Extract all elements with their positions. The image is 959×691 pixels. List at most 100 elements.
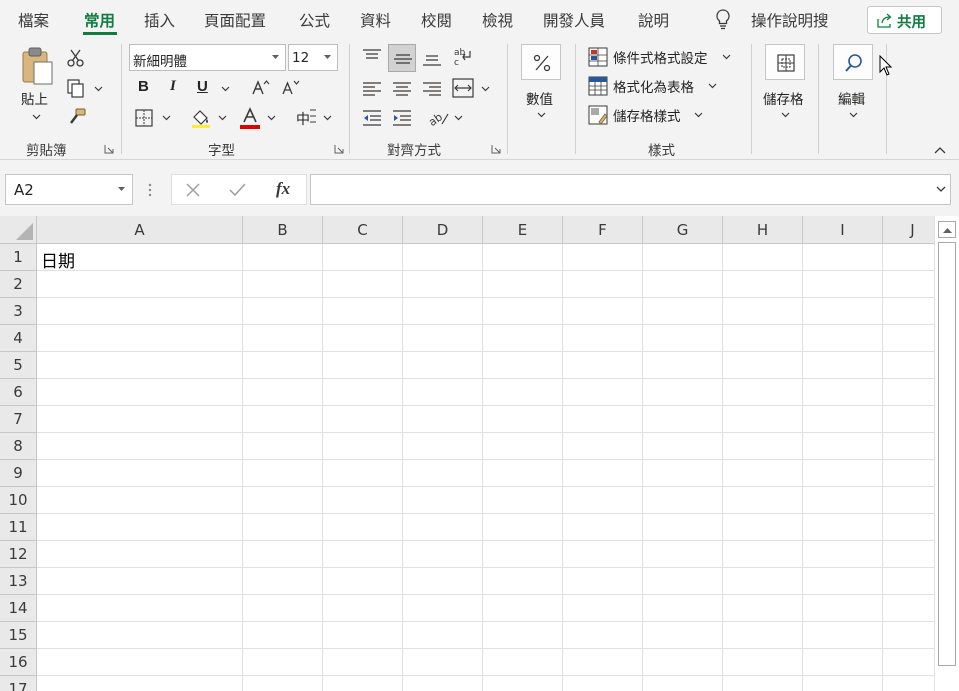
column-header-a[interactable]: A — [37, 216, 243, 244]
row-header-5[interactable]: 5 — [0, 352, 37, 379]
column-header-j[interactable]: J — [883, 216, 934, 244]
row-header-2[interactable]: 2 — [0, 271, 37, 298]
chevron-down-icon[interactable] — [94, 86, 103, 92]
column-header-b[interactable]: B — [243, 216, 323, 244]
select-all-button[interactable] — [0, 216, 37, 244]
collapse-ribbon-icon[interactable] — [934, 146, 946, 154]
tab-view[interactable]: 檢視 — [482, 9, 513, 31]
tab-review[interactable]: 校閱 — [421, 9, 452, 31]
align-center-icon[interactable] — [392, 81, 412, 97]
styles-group-label: 樣式 — [648, 143, 675, 159]
formula-input[interactable] — [310, 174, 951, 205]
tab-help[interactable]: 說明 — [638, 9, 669, 31]
row-header-17[interactable]: 17 — [0, 676, 37, 691]
name-box[interactable]: A2 — [5, 174, 133, 205]
share-button[interactable]: 共用 — [867, 6, 942, 34]
tab-formulas[interactable]: 公式 — [299, 9, 330, 31]
column-header-h[interactable]: H — [723, 216, 803, 244]
column-header-c[interactable]: C — [323, 216, 403, 244]
column-header-d[interactable]: D — [403, 216, 483, 244]
cells-button[interactable]: 儲存格 — [760, 44, 812, 124]
row-header-7[interactable]: 7 — [0, 406, 37, 433]
row-header-15[interactable]: 15 — [0, 622, 37, 649]
decrease-indent-icon[interactable] — [362, 109, 382, 127]
row-header-10[interactable]: 10 — [0, 487, 37, 514]
format-painter-icon[interactable] — [67, 108, 87, 126]
borders-icon[interactable] — [135, 109, 153, 127]
tab-home[interactable]: 常用 — [84, 9, 115, 31]
row-header-12[interactable]: 12 — [0, 541, 37, 568]
number-format-button[interactable]: 數值 — [518, 44, 564, 124]
paste-button[interactable]: 貼上 — [14, 44, 60, 126]
font-name-select[interactable]: 新細明體 — [129, 44, 286, 71]
italic-button[interactable]: I — [170, 78, 176, 95]
format-as-table-button[interactable]: 格式化為表格 — [588, 75, 723, 97]
scroll-up-button[interactable] — [938, 221, 956, 238]
column-header-i[interactable]: I — [803, 216, 883, 244]
caret-down-icon — [324, 55, 331, 59]
enter-checkmark-icon[interactable] — [229, 183, 246, 197]
lightbulb-icon — [716, 9, 730, 30]
chevron-down-icon[interactable] — [267, 115, 276, 121]
bold-button[interactable]: B — [138, 78, 149, 95]
align-middle-button[interactable] — [388, 44, 416, 72]
chevron-down-icon[interactable] — [323, 115, 332, 121]
row-header-3[interactable]: 3 — [0, 298, 37, 325]
row-header-16[interactable]: 16 — [0, 649, 37, 676]
tab-insert[interactable]: 插入 — [144, 9, 175, 31]
underline-button[interactable]: U — [197, 78, 208, 95]
phonetic-guide-button[interactable]: 中 — [296, 109, 310, 129]
chevron-down-icon — [708, 83, 717, 89]
chevron-down-icon[interactable] — [162, 115, 171, 121]
row-header-11[interactable]: 11 — [0, 514, 37, 541]
cut-icon[interactable] — [66, 48, 86, 68]
vertical-scrollbar[interactable] — [934, 216, 959, 691]
column-header-g[interactable]: G — [643, 216, 723, 244]
scroll-thumb[interactable] — [938, 242, 956, 666]
row-header-8[interactable]: 8 — [0, 433, 37, 460]
cancel-icon[interactable] — [186, 183, 200, 197]
dialog-launcher-icon[interactable] — [104, 144, 114, 154]
row-header-1[interactable]: 1 — [0, 244, 37, 271]
editing-button[interactable]: 編輯 — [830, 44, 876, 124]
column-header-e[interactable]: E — [483, 216, 563, 244]
row-header-13[interactable]: 13 — [0, 568, 37, 595]
row-header-4[interactable]: 4 — [0, 325, 37, 352]
font-size-select[interactable]: 12 — [288, 44, 338, 71]
dialog-launcher-icon[interactable] — [491, 144, 501, 154]
wrap-text-icon[interactable]: ab c — [453, 46, 475, 68]
dialog-launcher-icon[interactable] — [334, 144, 344, 154]
merge-center-icon[interactable] — [452, 78, 474, 98]
align-bottom-icon[interactable] — [422, 52, 442, 68]
worksheet-grid[interactable]: ABCDEFGHIJ 1 2 3 4 5 6 7 8 9 10 11 12 13 14 15 16 17 日期 — [0, 216, 934, 691]
tab-developer[interactable]: 開發人員 — [543, 9, 605, 31]
align-left-icon[interactable] — [362, 81, 382, 97]
tab-page-layout[interactable]: 頁面配置 — [204, 9, 266, 31]
conditional-formatting-button[interactable]: 條件式格式設定 — [588, 46, 738, 68]
more-options-icon[interactable] — [148, 183, 152, 197]
align-top-icon[interactable] — [362, 48, 382, 64]
insert-function-button[interactable]: fx — [276, 179, 290, 199]
cell-a1[interactable]: 日期 — [41, 247, 75, 272]
cell-styles-button[interactable]: 儲存格樣式 — [588, 104, 708, 126]
chevron-down-icon[interactable] — [221, 86, 230, 92]
align-right-icon[interactable] — [422, 81, 442, 97]
row-header-6[interactable]: 6 — [0, 379, 37, 406]
row-header-9[interactable]: 9 — [0, 460, 37, 487]
chevron-down-icon[interactable] — [218, 115, 227, 121]
orientation-icon[interactable]: ab — [428, 108, 450, 128]
fill-color-icon[interactable] — [191, 108, 211, 128]
increase-indent-icon[interactable] — [392, 109, 412, 127]
chevron-down-icon[interactable] — [481, 86, 490, 92]
decrease-font-size-icon[interactable] — [282, 79, 300, 95]
tab-file[interactable]: 檔案 — [18, 9, 49, 31]
copy-icon[interactable] — [66, 78, 86, 98]
increase-font-size-icon[interactable] — [252, 79, 270, 95]
chevron-down-icon[interactable] — [454, 115, 463, 121]
chevron-down-icon — [781, 112, 790, 118]
column-header-f[interactable]: F — [563, 216, 643, 244]
font-color-icon[interactable] — [240, 107, 260, 129]
expand-formula-bar-icon[interactable] — [936, 186, 946, 193]
row-header-14[interactable]: 14 — [0, 595, 37, 622]
tab-data[interactable]: 資料 — [360, 9, 391, 31]
